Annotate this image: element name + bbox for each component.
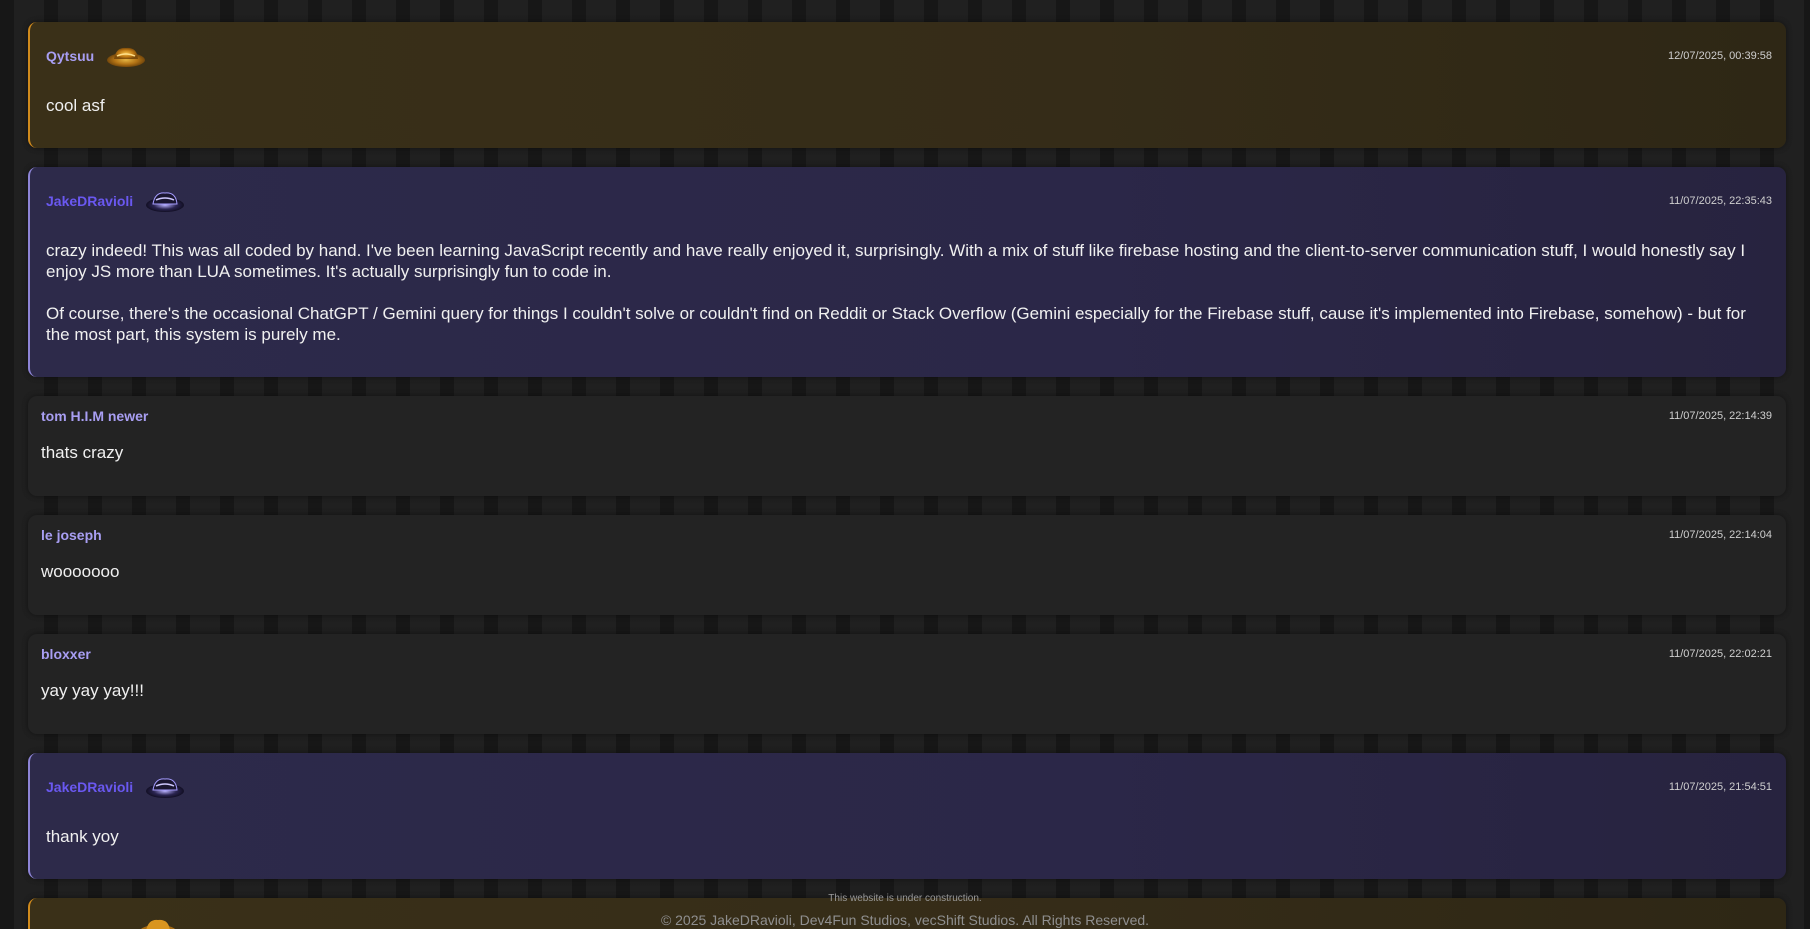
message-text: Of course, there's the occasional ChatGP… xyxy=(46,304,1746,344)
message-card: le joseph 11/07/2025, 22:14:04 wooooooo xyxy=(28,515,1786,615)
message-text: thank yoy xyxy=(46,827,119,846)
message-username[interactable]: JakeDRavioli xyxy=(46,779,133,795)
purple-hat-icon xyxy=(143,186,187,216)
message-username[interactable]: tom H.I.M newer xyxy=(41,408,148,424)
gold-hat-icon xyxy=(104,41,148,71)
message-card xyxy=(28,898,1786,929)
message-text: cool asf xyxy=(46,96,105,115)
message-timestamp: 11/07/2025, 22:14:04 xyxy=(1668,529,1772,541)
message-text: thats crazy xyxy=(41,443,124,462)
message-card: JakeDRavioli xyxy=(28,167,1786,377)
message-text: yay yay yay!!! xyxy=(41,681,144,700)
message-timestamp: 11/07/2025, 22:02:21 xyxy=(1668,648,1772,660)
message-text: wooooooo xyxy=(41,562,120,581)
message-text: crazy indeed! This was all coded by hand… xyxy=(46,241,1746,281)
message-timestamp: 12/07/2025, 00:39:58 xyxy=(1668,50,1772,62)
message-card: JakeDRavioli xyxy=(28,753,1786,879)
gold-hat-icon xyxy=(136,913,180,929)
message-username[interactable]: le joseph xyxy=(41,527,102,543)
message-timestamp: 11/07/2025, 21:54:51 xyxy=(1668,781,1772,793)
message-feed: Qytsuu 12/07/2025, 00:39:58 cool asf Jak… xyxy=(28,22,1786,929)
message-timestamp: 11/07/2025, 22:35:43 xyxy=(1668,195,1772,207)
message-card: tom H.I.M newer 11/07/2025, 22:14:39 tha… xyxy=(28,396,1786,496)
message-username[interactable]: bloxxer xyxy=(41,646,91,662)
message-username[interactable]: Qytsuu xyxy=(46,48,94,64)
message-card: Qytsuu 12/07/2025, 00:39:58 cool asf xyxy=(28,22,1786,148)
purple-hat-icon xyxy=(143,772,187,802)
message-timestamp: 11/07/2025, 22:14:39 xyxy=(1668,410,1772,422)
message-card: bloxxer 11/07/2025, 22:02:21 yay yay yay… xyxy=(28,634,1786,734)
message-username[interactable]: JakeDRavioli xyxy=(46,193,133,209)
